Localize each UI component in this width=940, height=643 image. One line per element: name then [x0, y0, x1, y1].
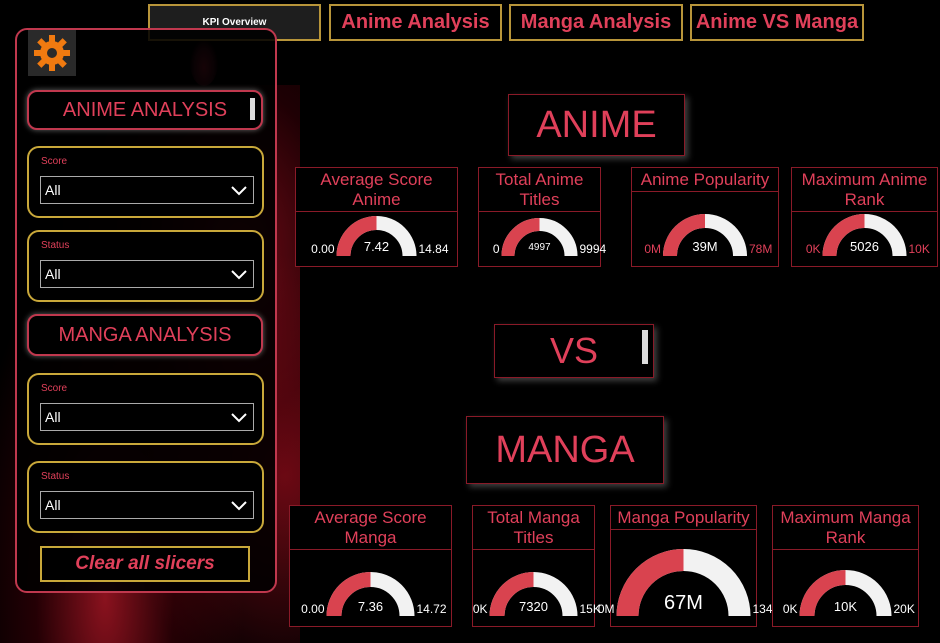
kpi-min: 0: [492, 242, 500, 256]
kpi-max: 9994: [579, 242, 607, 256]
kpi-min: 0.00: [301, 602, 325, 616]
dropdown-value: All: [45, 497, 61, 513]
slicer-label: Status: [41, 471, 70, 482]
manga-total-titles-card: Total Manga Titles 7320 0K 15K: [472, 505, 601, 627]
anime-status-slicer: Status All: [27, 230, 264, 302]
manga-popularity-card: Manga Popularity 67M 0M 134M: [598, 505, 783, 627]
manga-section-label: MANGA ANALYSIS: [58, 323, 232, 346]
anime-popularity-card: Anime Popularity 39M 0M 78M: [631, 167, 779, 267]
anime-score-slicer: Score All: [27, 146, 264, 218]
manga-score-dropdown[interactable]: All: [40, 403, 254, 431]
manga-score-slicer: Score All: [27, 373, 264, 445]
slicer-label: Score: [41, 156, 68, 167]
manga-analysis-section-button[interactable]: MANGA ANALYSIS: [27, 314, 263, 356]
kpi-max: 78M: [749, 242, 773, 256]
anime-analysis-section-button[interactable]: ANIME ANALYSIS: [27, 90, 263, 130]
gear-icon[interactable]: [28, 30, 76, 76]
anime-avg-score-card: Average Score Anime 7.42 0.00 14.84: [295, 167, 458, 267]
kpi-max: 10K: [908, 242, 930, 256]
manga-title: MANGA: [466, 416, 664, 484]
kpi-max: 14.72: [416, 602, 447, 616]
manga-status-dropdown[interactable]: All: [40, 491, 254, 519]
kpi-min: 0K: [805, 242, 821, 256]
manga-avg-score-card: Average Score Manga 7.36 0.00 14.72: [289, 505, 452, 627]
kpi-min: 0M: [597, 602, 615, 616]
vs-title: VS: [494, 324, 654, 378]
dropdown-value: All: [45, 182, 61, 198]
dropdown-value: All: [45, 266, 61, 282]
anime-status-dropdown[interactable]: All: [40, 260, 254, 288]
chevron-down-icon: [231, 270, 247, 280]
clear-slicers-button[interactable]: Clear all slicers: [40, 546, 250, 582]
scrollbar-handle[interactable]: [250, 98, 255, 120]
anime-section-label: ANIME ANALYSIS: [62, 98, 228, 121]
slicer-label: Status: [41, 240, 70, 251]
manga-status-slicer: Status All: [27, 461, 264, 533]
kpi-value: 7320: [519, 599, 548, 614]
anime-score-dropdown[interactable]: All: [40, 176, 254, 204]
kpi-value: 67M: [664, 592, 703, 614]
kpi-min: 0M: [644, 242, 661, 256]
tab-manga-analysis[interactable]: Manga Analysis: [509, 4, 683, 41]
scrollbar-handle[interactable]: [642, 330, 648, 364]
anime-total-titles-card: Total Anime Titles 4997 0 9994: [478, 167, 606, 267]
chevron-down-icon: [231, 186, 247, 196]
kpi-min: 0K: [782, 602, 798, 616]
kpi-max: 14.84: [418, 242, 449, 256]
slicer-label: Score: [41, 383, 68, 394]
tab-anime-analysis[interactable]: Anime Analysis: [329, 4, 502, 41]
kpi-min: 0K: [472, 602, 488, 616]
tab-anime-vs-manga[interactable]: Anime VS Manga: [690, 4, 864, 41]
kpi-max: 20K: [893, 602, 915, 616]
anime-title: ANIME: [508, 94, 685, 156]
chevron-down-icon: [231, 413, 247, 423]
anime-max-rank-card: Maximum Anime Rank 5026 0K 10K: [791, 167, 938, 267]
manga-max-rank-card: Maximum Manga Rank 10K 0K 20K: [772, 505, 919, 627]
dropdown-value: All: [45, 409, 61, 425]
kpi-min: 0.00: [311, 242, 335, 256]
chevron-down-icon: [231, 501, 247, 511]
